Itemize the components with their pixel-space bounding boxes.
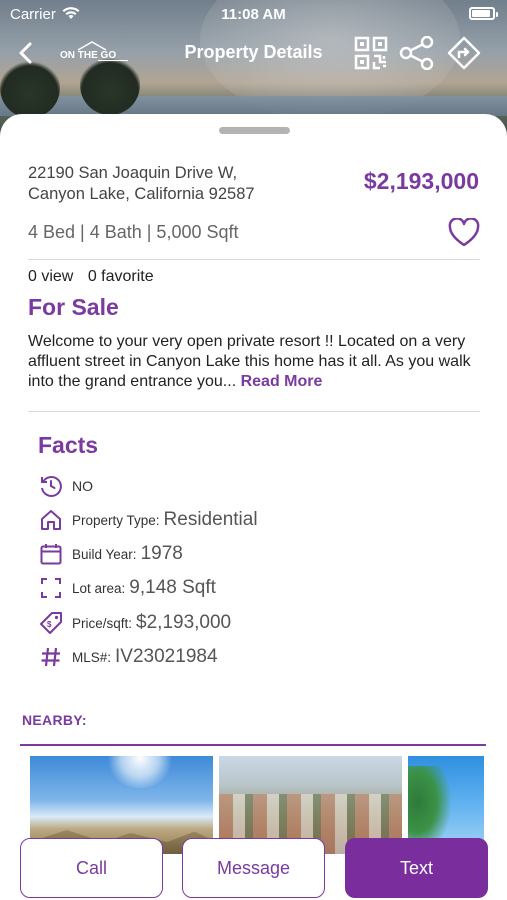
- favorite-count: 0 favorite: [87, 268, 154, 285]
- fact-row: MLS#: IV23021984: [38, 643, 218, 671]
- status-bar: Carrier 11:08 AM: [0, 0, 507, 30]
- directions-icon: [447, 36, 481, 70]
- clock-history-icon: [38, 473, 64, 499]
- directions-button[interactable]: [446, 35, 482, 71]
- divider: [28, 411, 480, 412]
- price-tag-icon: $: [38, 610, 64, 636]
- fact-label: Property Type:: [72, 512, 160, 528]
- text-button[interactable]: Text: [345, 838, 488, 898]
- qr-code-icon: [354, 36, 388, 70]
- nav-bar: ON THE GO Property Details: [0, 32, 507, 76]
- fact-label: Build Year:: [72, 546, 137, 562]
- fact-row: Build Year: 1978: [38, 540, 183, 568]
- clock-time: 11:08 AM: [221, 6, 286, 23]
- hashtag-icon: [38, 644, 64, 670]
- share-icon: [399, 35, 434, 71]
- divider: [28, 259, 480, 260]
- share-button[interactable]: [399, 35, 435, 71]
- qr-code-button[interactable]: [354, 36, 388, 70]
- battery-icon: [469, 7, 498, 20]
- message-button[interactable]: Message: [182, 838, 325, 898]
- engagement-stats: 0 view 0 favorite: [28, 268, 164, 286]
- property-price: $2,193,000: [363, 168, 479, 194]
- fact-value: $2,193,000: [136, 612, 232, 633]
- fact-value: NO: [72, 478, 93, 494]
- home-icon: [38, 507, 64, 533]
- property-description: Welcome to your very open private resort…: [28, 332, 484, 392]
- fact-value: 1978: [140, 543, 183, 564]
- call-button[interactable]: Call: [20, 838, 163, 898]
- fact-row: Lot area: 9,148 Sqft: [38, 574, 216, 602]
- fact-label: Lot area:: [72, 580, 126, 596]
- property-address: 22190 San Joaquin Drive W, Canyon Lake, …: [28, 163, 318, 205]
- fact-value: 9,148 Sqft: [129, 577, 216, 598]
- fact-label: MLS#:: [72, 649, 112, 665]
- calendar-icon: [38, 541, 64, 567]
- svg-text:$: $: [47, 620, 52, 629]
- fact-value: IV23021984: [115, 646, 218, 667]
- listing-status: For Sale: [28, 294, 119, 320]
- facts-heading: Facts: [38, 432, 99, 458]
- view-count: 0 view: [28, 268, 74, 285]
- property-specs: 4 Bed | 4 Bath | 5,000 Sqft: [28, 222, 239, 242]
- fact-row: $ Price/sqft: $2,193,000: [38, 609, 231, 637]
- fact-label: Price/sqft:: [72, 615, 133, 631]
- address-line-1: 22190 San Joaquin Drive W,: [28, 164, 238, 182]
- lot-area-icon: [38, 575, 64, 601]
- sheet-grabber[interactable]: [219, 127, 290, 134]
- read-more-link[interactable]: Read More: [241, 373, 323, 390]
- fact-row: NO: [38, 472, 93, 500]
- nearby-heading: NEARBY:: [22, 712, 87, 728]
- fact-row: Property Type: Residential: [38, 506, 258, 534]
- fact-value: Residential: [163, 509, 258, 530]
- property-sheet: 22190 San Joaquin Drive W, Canyon Lake, …: [0, 114, 507, 900]
- nearby-underline: [20, 744, 486, 746]
- address-line-2: Canyon Lake, California 92587: [28, 185, 255, 203]
- favorite-button[interactable]: [448, 217, 480, 248]
- heart-icon: [448, 217, 480, 247]
